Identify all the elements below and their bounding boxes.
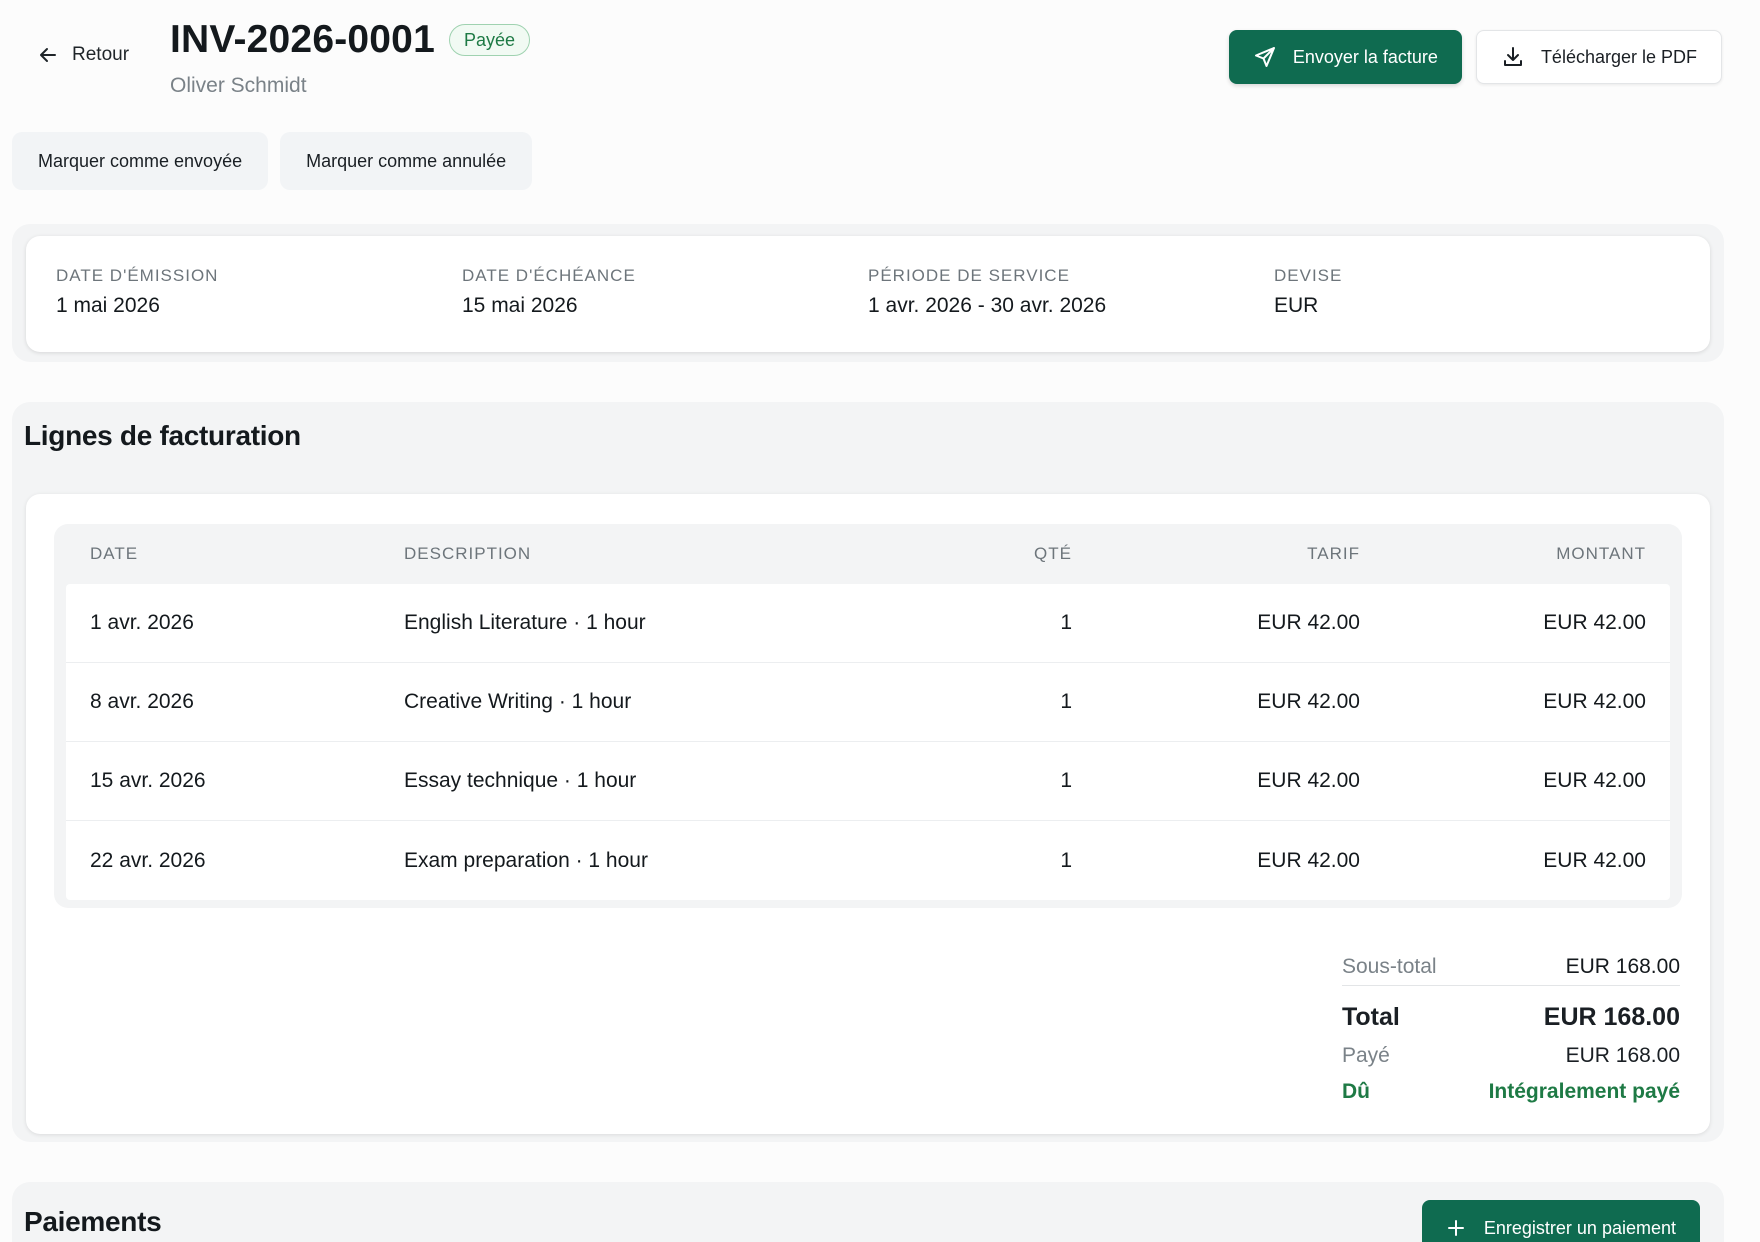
status-actions: Marquer comme envoyée Marquer comme annu… [12, 132, 533, 190]
table-body: 1 avr. 2026 English Literature · 1 hour … [66, 584, 1670, 900]
plus-icon [1446, 1218, 1466, 1238]
header-description: DESCRIPTION [404, 544, 532, 563]
currency-label: DEVISE [1274, 266, 1343, 285]
table-row: 1 avr. 2026 English Literature · 1 hour … [66, 584, 1670, 663]
payments-title: Paiements [24, 1206, 162, 1237]
table-row: 8 avr. 2026 Creative Writing · 1 hour 1 … [66, 663, 1670, 742]
row-qty: 1 [1060, 848, 1072, 872]
issue-date-label: DATE D'ÉMISSION [56, 266, 219, 285]
client-name: Oliver Schmidt [170, 74, 307, 97]
line-items-table: DATE DESCRIPTION QTÉ TARIF MONTANT 1 avr… [54, 524, 1682, 908]
page-title: INV-2026-0001 [170, 18, 435, 61]
download-pdf-button[interactable]: Télécharger le PDF [1475, 30, 1722, 84]
row-date: 22 avr. 2026 [90, 848, 206, 872]
service-period-field: PÉRIODE DE SERVICE 1 avr. 2026 - 30 avr.… [868, 266, 1274, 352]
due-date-field: DATE D'ÉCHÉANCE 15 mai 2026 [462, 266, 868, 352]
invoice-info-card: DATE D'ÉMISSION 1 mai 2026 DATE D'ÉCHÉAN… [26, 236, 1710, 352]
status-badge: Payée [448, 24, 531, 56]
row-qty: 1 [1060, 690, 1072, 713]
header-actions: Envoyer la facture Télécharger le PDF [1228, 30, 1722, 84]
row-description: Essay technique · 1 hour [404, 769, 637, 792]
service-period-label: PÉRIODE DE SERVICE [868, 266, 1070, 285]
back-link[interactable]: Retour [38, 44, 129, 66]
paper-plane-icon [1253, 45, 1277, 69]
header-amount: MONTANT [1556, 544, 1646, 563]
row-description: Creative Writing · 1 hour [404, 690, 632, 713]
header-qty: QTÉ [1034, 544, 1072, 563]
paid-label: Payé [1342, 1044, 1390, 1067]
currency-field: DEVISE EUR [1274, 266, 1680, 352]
row-rate: EUR 42.00 [1257, 611, 1360, 634]
row-qty: 1 [1060, 769, 1072, 792]
line-items-card: DATE DESCRIPTION QTÉ TARIF MONTANT 1 avr… [26, 494, 1710, 1134]
row-amount: EUR 42.00 [1543, 690, 1646, 713]
send-invoice-label: Envoyer la facture [1292, 46, 1438, 67]
row-rate: EUR 42.00 [1257, 690, 1360, 713]
mark-cancelled-button[interactable]: Marquer comme annulée [280, 132, 533, 190]
table-row: 15 avr. 2026 Essay technique · 1 hour 1 … [66, 742, 1670, 821]
row-qty: 1 [1060, 611, 1072, 634]
line-items-title: Lignes de facturation [24, 420, 301, 451]
issue-date-field: DATE D'ÉMISSION 1 mai 2026 [56, 266, 462, 352]
table-header: DATE DESCRIPTION QTÉ TARIF MONTANT [54, 524, 1682, 584]
due-date-value: 15 mai 2026 [462, 294, 578, 317]
row-date: 15 avr. 2026 [90, 769, 206, 792]
mark-sent-button[interactable]: Marquer comme envoyée [12, 132, 269, 190]
total-label: Total [1342, 1002, 1400, 1031]
due-value: Intégralement payé [1488, 1080, 1680, 1103]
currency-value: EUR [1274, 294, 1319, 317]
paid-value: EUR 168.00 [1565, 1044, 1680, 1067]
due-row: Dû Intégralement payé [1342, 1074, 1680, 1110]
paid-row: Payé EUR 168.00 [1342, 1038, 1680, 1074]
download-pdf-label: Télécharger le PDF [1540, 46, 1697, 67]
row-amount: EUR 42.00 [1543, 611, 1646, 634]
send-invoice-button[interactable]: Envoyer la facture [1228, 30, 1462, 84]
row-amount: EUR 42.00 [1543, 769, 1646, 792]
subtotal-label: Sous-total [1342, 954, 1437, 978]
row-date: 8 avr. 2026 [90, 690, 194, 713]
record-payment-label: Enregistrer un paiement [1483, 1217, 1676, 1238]
table-row: 22 avr. 2026 Exam preparation · 1 hour 1… [66, 821, 1670, 900]
row-rate: EUR 42.00 [1257, 769, 1360, 792]
issue-date-value: 1 mai 2026 [56, 294, 160, 317]
row-description: English Literature · 1 hour [404, 611, 646, 634]
row-rate: EUR 42.00 [1257, 848, 1360, 872]
subtotal-value: EUR 168.00 [1565, 954, 1680, 978]
download-icon [1501, 45, 1525, 69]
due-label: Dû [1342, 1080, 1370, 1103]
row-date: 1 avr. 2026 [90, 611, 194, 634]
subtotal-row: Sous-total EUR 168.00 [1342, 948, 1680, 986]
row-amount: EUR 42.00 [1543, 848, 1646, 872]
total-value: EUR 168.00 [1543, 1002, 1680, 1031]
row-description: Exam preparation · 1 hour [404, 848, 648, 872]
invoice-header: INV-2026-0001 Payée Oliver Schmidt [170, 18, 531, 98]
record-payment-button[interactable]: Enregistrer un paiement [1421, 1200, 1700, 1242]
service-period-value: 1 avr. 2026 - 30 avr. 2026 [868, 294, 1107, 317]
due-date-label: DATE D'ÉCHÉANCE [462, 266, 636, 285]
totals-summary: Sous-total EUR 168.00 Total EUR 168.00 P… [1342, 948, 1680, 1110]
header-rate: TARIF [1307, 544, 1360, 563]
total-row: Total EUR 168.00 [1342, 1000, 1680, 1034]
back-label: Retour [72, 44, 130, 65]
header-date: DATE [90, 544, 139, 563]
invoice-info-section: DATE D'ÉMISSION 1 mai 2026 DATE D'ÉCHÉAN… [12, 224, 1724, 362]
arrow-left-icon [38, 45, 58, 65]
